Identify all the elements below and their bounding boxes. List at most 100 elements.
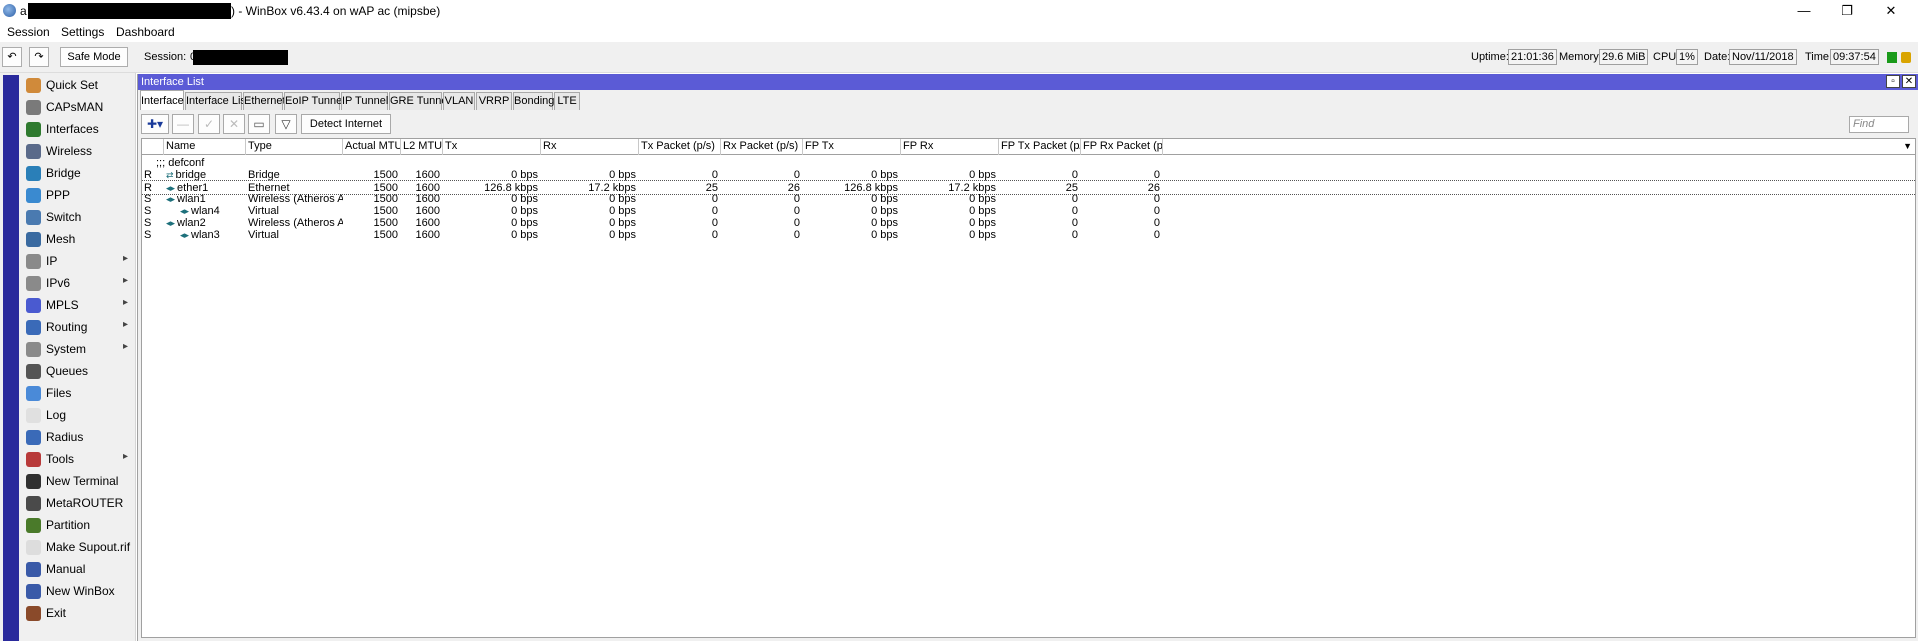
cell-l2mtu: 1600 — [415, 229, 440, 241]
sidebar-item-bridge[interactable]: Bridge — [22, 162, 136, 184]
interfaces-icon — [26, 122, 41, 137]
radius-icon — [26, 430, 41, 445]
winbox-side-stripe — [0, 73, 22, 641]
sidebar-item-quick-set[interactable]: Quick Set — [22, 74, 136, 96]
sidebar-item-label: Routing — [46, 320, 88, 334]
sidebar-item-label: System — [46, 342, 87, 356]
column-header[interactable]: Type — [246, 139, 343, 155]
filter-icon[interactable]: ▽ — [275, 114, 297, 134]
sidebar-item-interfaces[interactable]: Interfaces — [22, 118, 136, 140]
winbox-app-icon — [3, 4, 16, 17]
winbox-icon — [26, 584, 41, 599]
uptime-value: 21:01:36 — [1508, 49, 1557, 65]
sidebar-item-label: IP — [46, 254, 58, 268]
sidebar-item-label: Bridge — [46, 166, 81, 180]
columns-dropdown-icon[interactable]: ▼ — [1903, 141, 1912, 151]
tab-bonding[interactable]: Bonding — [513, 92, 554, 110]
sidebar-item-partition[interactable]: Partition — [22, 514, 136, 536]
menu-dashboard[interactable]: Dashboard — [116, 25, 175, 39]
column-header[interactable]: Tx Packet (p/s) — [639, 139, 721, 155]
minimize-icon[interactable]: — — [1795, 2, 1813, 20]
cell-type: Virtual — [248, 229, 279, 241]
memory-value: 29.6 MiB — [1599, 49, 1649, 65]
tab-ip-tunnel[interactable]: IP Tunnel — [341, 92, 388, 110]
tab-lte[interactable]: LTE — [554, 92, 580, 110]
sidebar-item-switch[interactable]: Switch — [22, 206, 136, 228]
sidebar-item-system[interactable]: System ▸ — [22, 338, 136, 360]
sidebar-item-queues[interactable]: Queues — [22, 360, 136, 382]
column-header[interactable]: Name — [164, 139, 246, 155]
tab-interface[interactable]: Interface — [140, 90, 184, 110]
tab-vrrp[interactable]: VRRP — [476, 92, 512, 110]
exit-icon — [26, 606, 41, 621]
sidebar-item-label: Log — [46, 408, 67, 422]
tab-eoip-tunnel[interactable]: EoIP Tunnel — [284, 92, 345, 110]
interface-table: ▼ Name Type Actual MTU L2 MTU Tx Rx Tx Packet … — [141, 138, 1916, 638]
sidebar-item-ipv6[interactable]: IPv6 ▸ — [22, 272, 136, 294]
window-maximize-icon[interactable]: ▫ — [1886, 75, 1900, 88]
sidebar-item-mesh[interactable]: Mesh — [22, 228, 136, 250]
column-header[interactable]: Actual MTU — [343, 139, 401, 155]
mpls-icon — [26, 298, 41, 313]
sidebar-item-label: New Terminal — [46, 474, 119, 488]
restore-icon[interactable]: ❐ — [1838, 2, 1856, 20]
disable-icon[interactable]: ✕ — [223, 114, 245, 134]
sidebar-item-radius[interactable]: Radius — [22, 426, 136, 448]
sidebar-item-label: PPP — [46, 188, 71, 202]
redo-icon[interactable]: ↷ — [29, 47, 49, 67]
add-button[interactable]: ✚▾ — [141, 114, 169, 134]
detect-internet-button[interactable]: Detect Internet — [301, 114, 391, 134]
submenu-arrow-icon: ▸ — [122, 275, 128, 286]
tab-vlan[interactable]: VLAN — [443, 92, 475, 110]
window-close-icon[interactable]: ✕ — [1902, 75, 1916, 88]
sidebar-item-exit[interactable]: Exit — [22, 602, 136, 624]
tab-ethernet[interactable]: Ethernet — [243, 92, 286, 110]
column-header[interactable]: Rx Packet (p/s) — [721, 139, 803, 155]
sidebar-item-new-terminal[interactable]: New Terminal — [22, 470, 136, 492]
sidebar-item-files[interactable]: Files — [22, 382, 136, 404]
sidebar-item-capsman[interactable]: CAPsMAN — [22, 96, 136, 118]
close-icon[interactable]: ✕ — [1882, 2, 1900, 20]
column-header[interactable]: L2 MTU — [401, 139, 443, 155]
table-header: ▼ Name Type Actual MTU L2 MTU Tx Rx Tx Packet … — [142, 139, 1915, 155]
column-header[interactable]: Tx — [443, 139, 541, 155]
sidebar-menu: Quick Set CAPsMAN Interfaces Wireless Bridge… — [22, 73, 136, 641]
sidebar-item-metarouter[interactable]: MetaROUTER — [22, 492, 136, 514]
column-header[interactable]: FP Rx Packet (p/s) — [1081, 139, 1163, 155]
safe-mode-button[interactable]: Safe Mode — [60, 47, 128, 67]
cell-rxp: 0 — [793, 229, 800, 241]
sidebar-item-log[interactable]: Log — [22, 404, 136, 426]
column-header[interactable] — [142, 139, 164, 155]
sidebar-item-manual[interactable]: Manual — [22, 558, 136, 580]
files-icon — [26, 386, 41, 401]
date-label: Date: — [1704, 51, 1731, 63]
sidebar-item-routing[interactable]: Routing ▸ — [22, 316, 136, 338]
column-header[interactable]: FP Rx — [901, 139, 999, 155]
tools-icon — [26, 452, 41, 467]
menu-settings[interactable]: Settings — [61, 25, 104, 39]
remove-icon[interactable]: — — [172, 114, 194, 134]
sidebar-item-wireless[interactable]: Wireless — [22, 140, 136, 162]
sidebar-item-make-supout-rif[interactable]: Make Supout.rif — [22, 536, 136, 558]
enable-icon[interactable]: ✓ — [198, 114, 220, 134]
menu-session[interactable]: Session — [7, 25, 50, 39]
sidebar-item-mpls[interactable]: MPLS ▸ — [22, 294, 136, 316]
column-header[interactable]: FP Tx — [803, 139, 901, 155]
tab-interface-list[interactable]: Interface List — [185, 92, 249, 110]
session-label: Session: — [144, 51, 187, 63]
sidebar-item-ip[interactable]: IP ▸ — [22, 250, 136, 272]
tab-gre-tunnel[interactable]: GRE Tunnel — [389, 92, 450, 110]
sidebar-item-new-winbox[interactable]: New WinBox — [22, 580, 136, 602]
wireless-icon — [26, 144, 41, 159]
bridge-icon — [26, 166, 41, 181]
comment-icon[interactable]: ▭ — [248, 114, 270, 134]
find-input[interactable]: Find — [1849, 116, 1909, 133]
sidebar-item-ppp[interactable]: PPP — [22, 184, 136, 206]
column-header[interactable]: Rx — [541, 139, 639, 155]
undo-icon[interactable]: ↶ — [2, 47, 22, 67]
redacted-title-block — [28, 3, 231, 19]
table-row[interactable]: S ◂▸ wlan3 Virtual 1500 1600 0 bps 0 bps 0 0 0 bps… — [142, 228, 1915, 243]
column-header[interactable]: FP Tx Packet (p/s) — [999, 139, 1081, 155]
sidebar-item-tools[interactable]: Tools ▸ — [22, 448, 136, 470]
sidebar-item-label: Switch — [46, 210, 82, 224]
